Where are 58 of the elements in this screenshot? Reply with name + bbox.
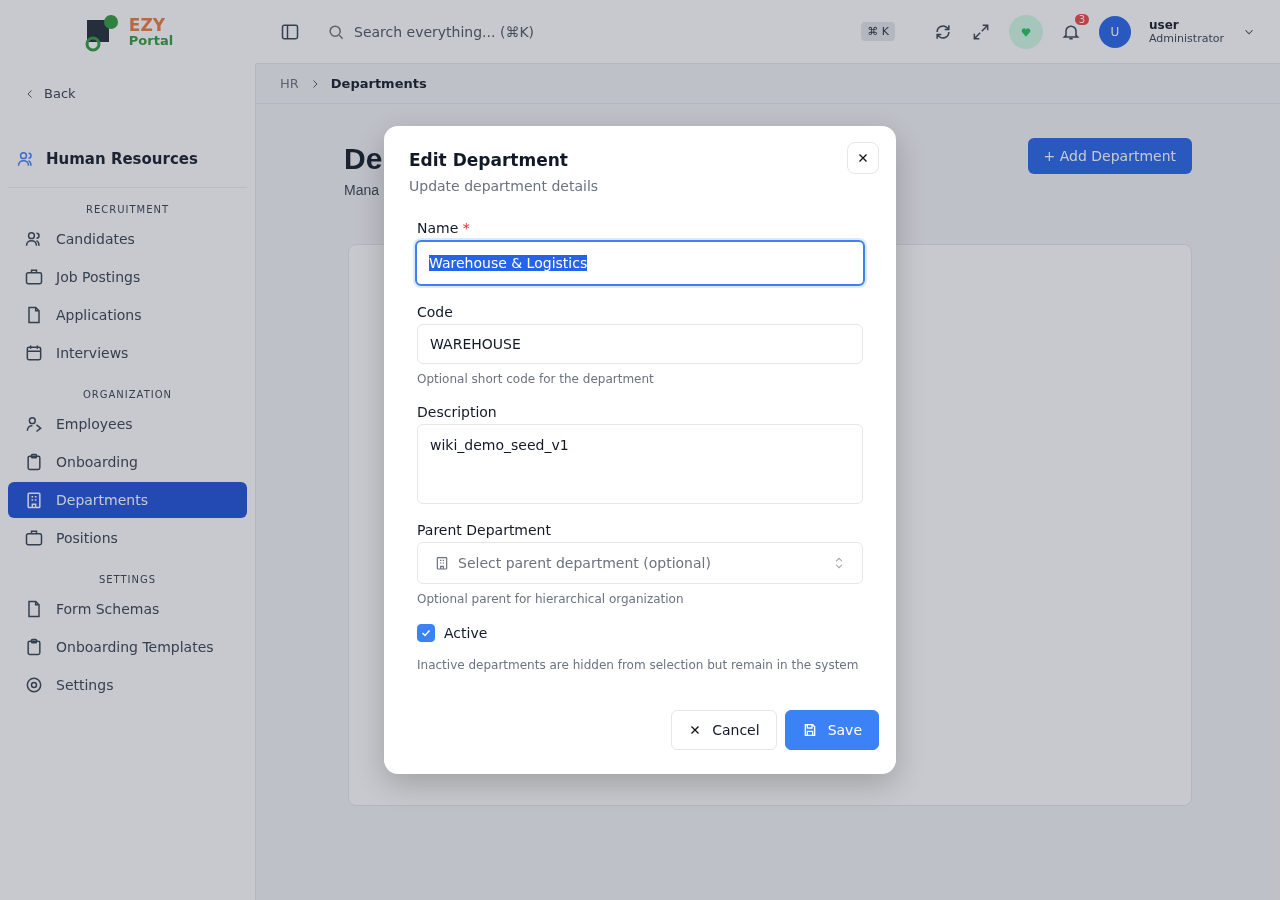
sidebar-item[interactable]: Positions xyxy=(8,520,247,556)
parent-select[interactable]: Select parent department (optional) xyxy=(417,542,863,584)
breadcrumb-item[interactable]: Departments xyxy=(330,76,427,91)
shortcut-hint: ⌘ K xyxy=(861,22,895,41)
sidebar-item[interactable]: Onboarding xyxy=(8,444,247,480)
person-icon xyxy=(24,414,44,434)
sidebar-item[interactable]: Interviews xyxy=(8,335,247,371)
text-field[interactable]: WAREHOUSE xyxy=(417,324,863,364)
sidebar-item[interactable]: Form Schemas xyxy=(8,591,247,627)
section-heading: SETTINGS xyxy=(97,573,158,587)
close-button[interactable] xyxy=(847,142,879,174)
description-field[interactable]: wiki_demo_seed_v1 xyxy=(417,424,863,504)
logo-text: Portal xyxy=(128,34,174,47)
field-label: Name xyxy=(417,220,459,236)
add-department-button[interactable]: + Add Department xyxy=(1027,138,1192,174)
notification-badge: 3 xyxy=(1074,13,1089,25)
help-text: Inactive departments are hidden from selection but remain in the system xyxy=(417,658,860,672)
page-title: De xyxy=(344,142,383,176)
save-button[interactable]: Save xyxy=(784,710,879,750)
briefcase-icon xyxy=(24,267,44,287)
settings-icon xyxy=(24,675,44,695)
dialog-title: Edit Department xyxy=(409,150,568,170)
calendar-icon xyxy=(24,343,44,363)
building-icon xyxy=(24,490,44,510)
checkbox[interactable] xyxy=(417,624,435,642)
checkbox-label: Active xyxy=(444,625,488,641)
building-icon xyxy=(434,555,450,571)
cancel-button[interactable]: Cancel xyxy=(671,710,777,750)
page-subtitle: Mana xyxy=(344,182,381,198)
dialog-subtitle: Update department details xyxy=(409,178,600,194)
section-heading: RECRUITMENT xyxy=(84,203,171,217)
help-text: Optional parent for hierarchical organization xyxy=(417,592,685,606)
sidebar-item[interactable]: Candidates xyxy=(8,221,247,257)
field-label: Parent Department xyxy=(417,522,552,538)
user-avatar[interactable]: U xyxy=(1099,15,1131,48)
briefcase-icon xyxy=(24,528,44,548)
sidebar-item[interactable]: Applications xyxy=(8,297,247,333)
back-link[interactable]: Back xyxy=(44,86,76,101)
required-mark: * xyxy=(462,220,470,236)
text-field[interactable]: Warehouse & Logistics xyxy=(415,240,865,286)
check-icon xyxy=(420,627,432,639)
help-text: Optional short code for the department xyxy=(417,372,655,386)
clipboard-icon xyxy=(24,452,44,472)
module-title: Human Resources xyxy=(46,150,198,168)
field-label: Code xyxy=(417,304,453,320)
search-field[interactable]: Search everything... (⌘K) xyxy=(318,21,844,42)
section-heading: ORGANIZATION xyxy=(81,388,174,402)
sidebar-item[interactable]: Onboarding Templates xyxy=(8,629,247,665)
user-name: user xyxy=(1149,17,1180,33)
sidebar-item[interactable]: Job Postings xyxy=(8,259,247,295)
logo-text: EZY xyxy=(128,17,167,34)
user-role: Administrator xyxy=(1149,32,1224,46)
field-label: Description xyxy=(417,404,498,420)
sidebar-item[interactable]: Departments xyxy=(8,482,247,518)
breadcrumb-item[interactable]: HR xyxy=(280,76,299,91)
sidebar-item[interactable]: Settings xyxy=(8,667,247,703)
sidebar-item[interactable]: Employees xyxy=(8,406,247,442)
clipboard-icon xyxy=(24,637,44,657)
